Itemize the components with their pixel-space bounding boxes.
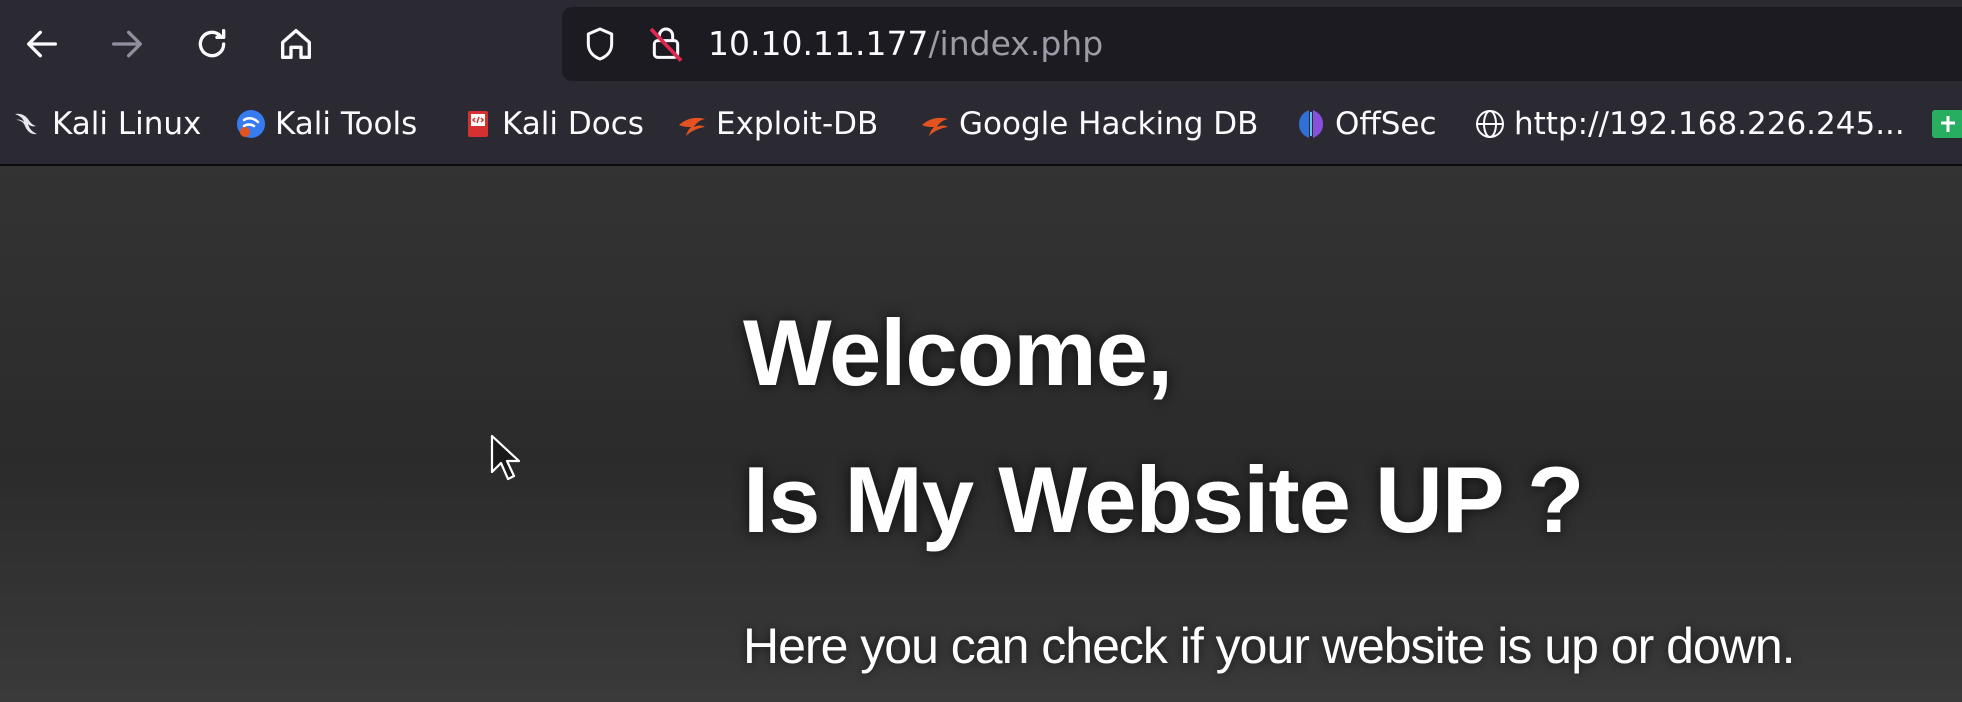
url-bar[interactable]: 10.10.11.177/index.php: [562, 7, 1962, 81]
bookmark-label: Kali Docs: [502, 106, 644, 142]
exploit-db-icon: [679, 117, 705, 136]
mouse-cursor-icon: [490, 434, 520, 481]
page-content: Welcome, Is My Website UP ? Here you can…: [0, 166, 1962, 702]
shield-icon[interactable]: [580, 24, 620, 64]
url-path: /index.php: [928, 24, 1104, 63]
welcome-heading: Welcome,: [743, 300, 1173, 405]
url-host: 10.10.11.177: [708, 24, 929, 63]
kali-dragon-icon: [15, 113, 37, 135]
back-button[interactable]: [12, 14, 72, 74]
globe-icon: [1476, 110, 1504, 138]
green-plus-icon: [1932, 110, 1962, 138]
url-text[interactable]: 10.10.11.177/index.php: [708, 7, 1103, 81]
bookmark-label: OffSec: [1335, 106, 1437, 142]
insecure-lock-icon[interactable]: [646, 24, 686, 64]
bookmark-kali-linux[interactable]: Kali Linux: [12, 98, 201, 150]
bookmark-exploit-db[interactable]: Exploit-DB: [676, 98, 878, 150]
reload-icon: [198, 29, 226, 58]
offsec-icon: [1299, 110, 1323, 138]
bookmarks-bar: Kali Linux Kali Tools Kali Docs Exploit-…: [0, 86, 1962, 166]
bookmark-label: Kali Tools: [275, 106, 418, 142]
bookmark-http-192-168-226-245[interactable]: http://192.168.226.245...: [1474, 98, 1905, 150]
bookmark-label: http://192.168.226.245...: [1514, 106, 1905, 142]
bookmark-label: Exploit-DB: [716, 106, 879, 142]
kali-docs-icon: [468, 111, 488, 137]
site-title-heading: Is My Website UP ?: [743, 447, 1584, 552]
bookmark-label: Kali Linux: [52, 106, 202, 142]
bookmark-google-hacking-db[interactable]: Google Hacking DB: [919, 98, 1258, 150]
bookmark-offsec[interactable]: OffSec: [1295, 98, 1437, 150]
bookmark-overflow[interactable]: [1932, 98, 1962, 150]
bookmark-kali-tools[interactable]: Kali Tools: [235, 98, 417, 150]
ghdb-icon: [922, 117, 948, 136]
forward-button[interactable]: [97, 14, 157, 74]
kali-tools-icon: [237, 110, 265, 138]
bookmark-label: Google Hacking DB: [959, 106, 1259, 142]
arrow-right-icon: [112, 30, 142, 58]
bookmark-kali-docs[interactable]: Kali Docs: [462, 98, 644, 150]
home-button[interactable]: [266, 14, 326, 74]
reload-button[interactable]: [182, 14, 242, 74]
home-icon: [281, 29, 311, 59]
subtitle-text: Here you can check if your website is up…: [743, 618, 1796, 674]
arrow-left-icon: [27, 30, 57, 58]
browser-toolbar: 10.10.11.177/index.php: [0, 0, 1962, 86]
